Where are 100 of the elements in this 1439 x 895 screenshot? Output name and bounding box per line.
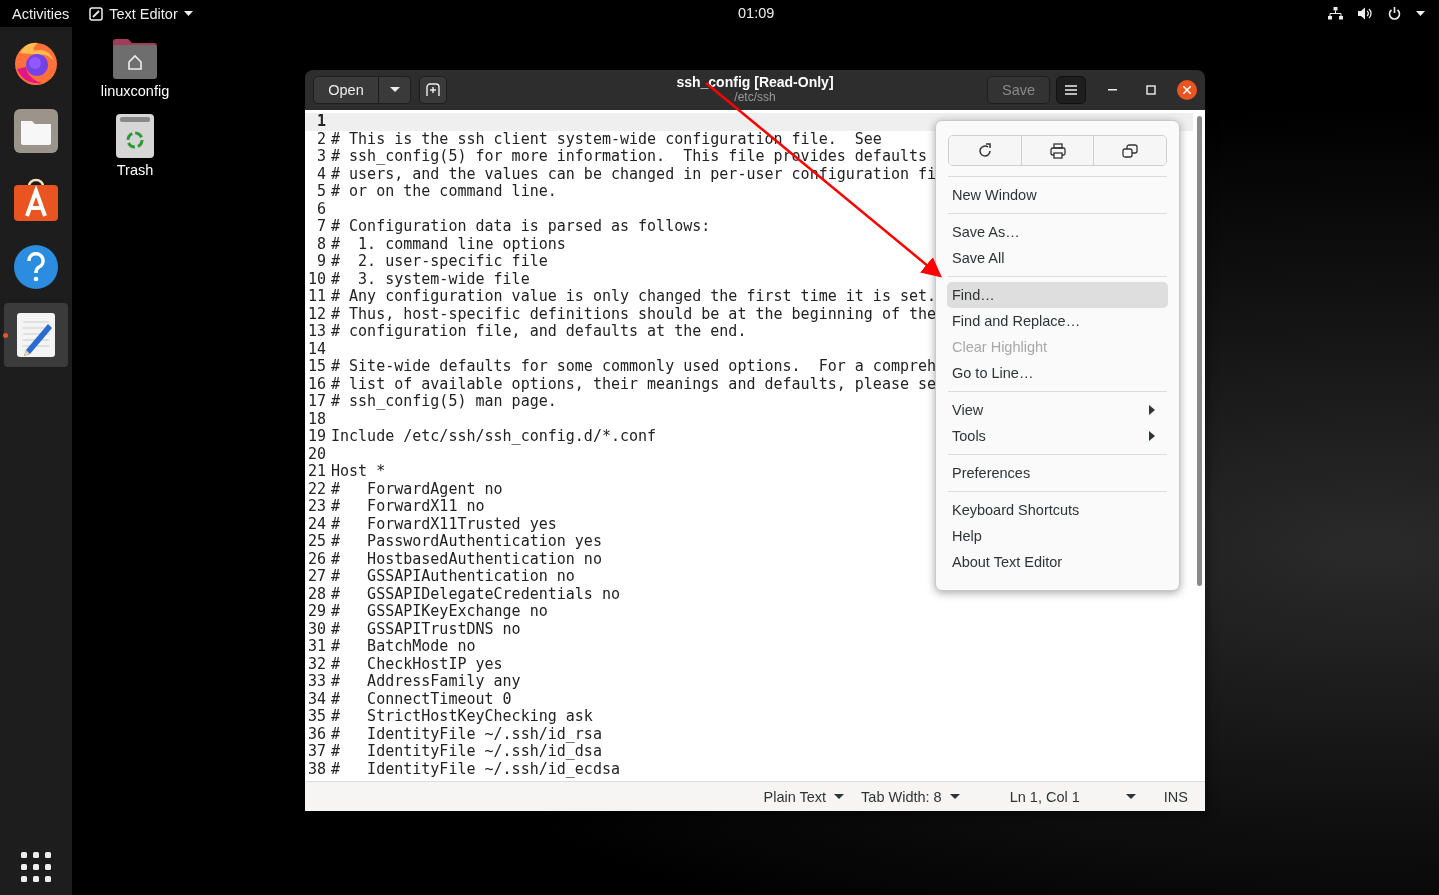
app-menu-button[interactable]: Text Editor <box>89 5 193 22</box>
line-number: 35 <box>307 708 326 726</box>
code-line: # ssh_config(5) man page. <box>331 393 557 411</box>
desktop-icon-label[interactable]: Trash <box>116 162 154 178</box>
line-number: 15 <box>307 358 326 376</box>
code-line: Host * <box>331 463 386 481</box>
show-apps-icon[interactable] <box>21 852 51 882</box>
new-tab-button[interactable] <box>419 76 447 104</box>
caret-icon <box>1125 793 1136 800</box>
line-number: 1 <box>315 113 326 131</box>
window-title: ssh_config [Read-Only] <box>676 74 834 90</box>
window-subtitle: /etc/ssh <box>734 90 776 104</box>
menu-item[interactable]: Preferences <box>947 460 1168 486</box>
line-number: 6 <box>315 200 326 218</box>
tab-width-selector[interactable]: Tab Width: 8 <box>861 788 960 805</box>
line-number: 13 <box>307 323 326 341</box>
code-line: # ForwardX11Trusted yes <box>331 515 557 533</box>
caret-icon <box>949 793 960 800</box>
line-number: 20 <box>307 445 326 463</box>
menu-item[interactable]: Keyboard Shortcuts <box>947 497 1168 523</box>
code-line: # BatchMode no <box>331 638 476 656</box>
windows-icon <box>1122 142 1139 159</box>
line-number: 14 <box>307 340 326 358</box>
new-tab-icon <box>426 83 440 97</box>
line-number: 26 <box>307 550 326 568</box>
line-number: 3 <box>315 148 326 166</box>
print-button[interactable] <box>1021 136 1095 165</box>
software-icon <box>13 176 59 222</box>
code-line: # configuration file, and defaults at the end. <box>331 323 747 341</box>
code-line: # GSSAPIKeyExchange no <box>331 603 548 621</box>
cursor-position-selector[interactable]: Ln 1, Col 1 <box>1009 788 1136 805</box>
folder-icon[interactable] <box>111 36 159 80</box>
files-icon <box>13 108 59 154</box>
minimize-icon <box>1107 89 1117 91</box>
line-number: 21 <box>307 463 326 481</box>
new-window-button[interactable] <box>1094 136 1166 165</box>
insert-mode: INS <box>1163 788 1188 805</box>
menu-item[interactable]: Save All <box>947 245 1168 271</box>
line-number: 18 <box>307 410 326 428</box>
menu-item[interactable]: New Window <box>947 182 1168 208</box>
menu-item[interactable]: Tools <box>947 423 1168 449</box>
dock-item[interactable] <box>4 303 68 367</box>
menu-item[interactable]: Find… <box>947 282 1168 308</box>
line-number: 2 <box>315 130 326 148</box>
reload-button[interactable] <box>949 136 1022 165</box>
printer-icon <box>1049 142 1066 159</box>
line-number: 17 <box>307 393 326 411</box>
menu-button[interactable] <box>1056 76 1086 104</box>
menu-item[interactable]: View <box>947 397 1168 423</box>
menu-item[interactable]: Help <box>947 523 1168 549</box>
edit-icon <box>89 6 104 21</box>
close-icon <box>1183 86 1191 94</box>
code-line: # Thus, host-specific definitions should be at the beginning of the <box>331 305 937 323</box>
caret-icon <box>183 10 193 17</box>
code-line: # IdentityFile ~/.ssh/id_dsa <box>331 743 602 761</box>
network-icon[interactable] <box>1328 7 1343 20</box>
line-number: 8 <box>315 235 326 253</box>
reload-icon <box>976 142 993 159</box>
menu-item[interactable]: Find and Replace… <box>947 308 1168 334</box>
line-number: 7 <box>315 218 326 236</box>
caret-icon[interactable] <box>1416 10 1425 17</box>
scrollbar-thumb[interactable] <box>1196 116 1202 586</box>
line-number: 34 <box>307 690 326 708</box>
code-line: Include /etc/ssh/ssh_config.d/*.conf <box>331 428 657 446</box>
line-number: 19 <box>307 428 326 446</box>
code-line: # ForwardAgent no <box>331 480 503 498</box>
language-selector[interactable]: Plain Text <box>763 788 845 805</box>
code-line: # or on the command line. <box>331 183 557 201</box>
volume-icon[interactable] <box>1358 7 1373 20</box>
text-editor-icon <box>16 312 56 358</box>
trash-icon[interactable] <box>115 113 155 159</box>
clock[interactable]: 01:09 <box>738 5 775 21</box>
menu-item[interactable]: Save As… <box>947 219 1168 245</box>
help-icon <box>13 244 59 290</box>
caret-icon <box>834 793 845 800</box>
line-number: 28 <box>307 585 326 603</box>
close-button[interactable] <box>1177 80 1197 100</box>
code-line: # Site-wide defaults for some commonly used options. For a compreh <box>331 358 937 376</box>
line-number: 11 <box>307 288 326 306</box>
line-number: 9 <box>315 253 326 271</box>
open-button[interactable]: Open <box>313 76 379 104</box>
power-icon[interactable] <box>1388 7 1401 20</box>
line-number: 33 <box>307 673 326 691</box>
line-number: 31 <box>307 638 326 656</box>
code-line: # ForwardX11 no <box>331 498 485 516</box>
line-number: 30 <box>307 620 326 638</box>
menu-item[interactable]: Go to Line… <box>947 360 1168 386</box>
open-dropdown-button[interactable] <box>379 76 411 104</box>
activities-button[interactable]: Activities <box>12 5 70 22</box>
code-line: # GSSAPIDelegateCredentials no <box>331 585 620 603</box>
code-line: # Configuration data is parsed as follows: <box>331 218 711 236</box>
line-number: 25 <box>307 533 326 551</box>
line-number: 5 <box>315 183 326 201</box>
menu-item[interactable]: About Text Editor <box>947 549 1168 575</box>
code-line: # 2. user-specific file <box>331 253 548 271</box>
code-line: # IdentityFile ~/.ssh/id_ecdsa <box>331 760 620 778</box>
code-line: # PasswordAuthentication yes <box>331 533 602 551</box>
desktop-icon-label[interactable]: linuxconfig <box>100 83 170 99</box>
code-line: # StrictHostKeyChecking ask <box>331 708 593 726</box>
line-number: 36 <box>307 725 326 743</box>
